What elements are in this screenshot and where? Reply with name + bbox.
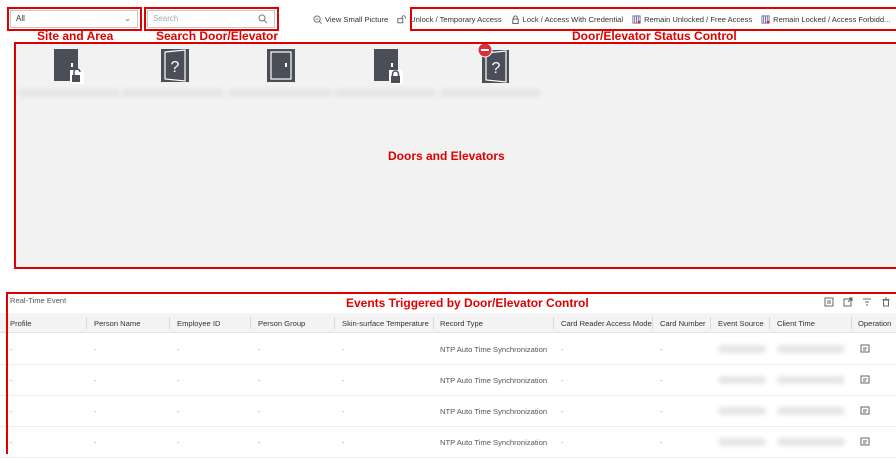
search-annotation: Search Door/Elevator bbox=[156, 29, 279, 43]
view-small-picture-label: View Small Picture bbox=[325, 14, 389, 24]
site-area-highlight bbox=[7, 7, 142, 31]
view-small-picture-button[interactable]: View Small Picture bbox=[313, 15, 388, 24]
site-area-annotation: Site and Area bbox=[37, 29, 114, 43]
unlock-icon bbox=[397, 14, 406, 23]
status-control-highlight bbox=[410, 7, 896, 31]
events-annotation: Events Triggered by Door/Elevator Contro… bbox=[346, 296, 589, 310]
zoom-icon bbox=[313, 14, 322, 24]
status-control-annotation: Door/Elevator Status Control bbox=[572, 29, 737, 43]
doors-annotation: Doors and Elevators bbox=[388, 149, 505, 163]
search-highlight bbox=[144, 7, 279, 31]
events-highlight bbox=[6, 292, 896, 454]
